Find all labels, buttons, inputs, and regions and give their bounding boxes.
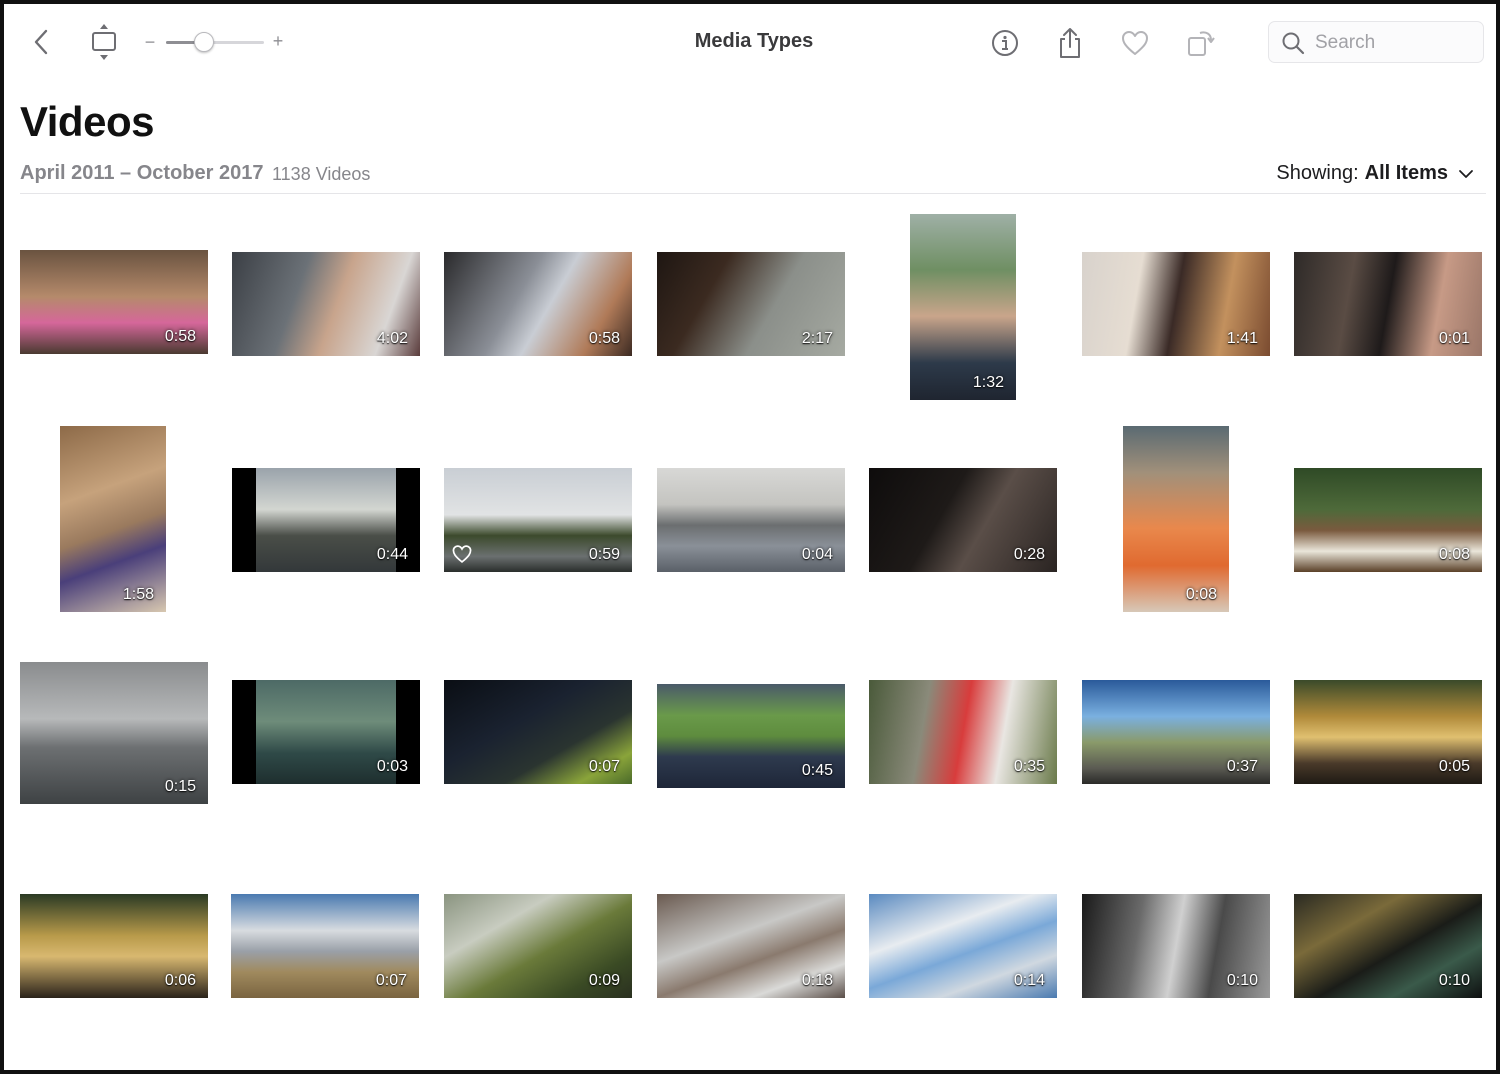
- video-thumbnail[interactable]: 0:37: [1082, 680, 1270, 784]
- video-thumbnail[interactable]: 0:08: [1294, 468, 1482, 572]
- video-thumbnail[interactable]: 1:41: [1082, 252, 1270, 356]
- video-thumbnail[interactable]: 0:06: [20, 894, 208, 998]
- chevron-left-icon: [34, 29, 48, 55]
- video-duration: 0:45: [801, 762, 833, 779]
- video-duration: 0:01: [1438, 330, 1470, 347]
- search-field[interactable]: [1268, 21, 1484, 63]
- video-thumbnail[interactable]: 0:05: [1294, 680, 1482, 784]
- video-thumbnail[interactable]: 1:58: [60, 426, 166, 612]
- video-duration: 0:07: [375, 972, 407, 989]
- share-icon: [1060, 28, 1080, 58]
- video-thumbnail[interactable]: 0:07: [231, 894, 419, 998]
- video-thumbnail[interactable]: 0:10: [1082, 894, 1270, 998]
- aspect-toggle-button[interactable]: [84, 22, 124, 62]
- video-duration: 1:32: [972, 374, 1004, 391]
- video-duration: 1:58: [122, 586, 154, 603]
- toolbar-title: Media Types: [694, 30, 814, 52]
- video-thumbnail[interactable]: 0:18: [657, 894, 845, 998]
- video-duration: 0:05: [1438, 758, 1470, 775]
- video-duration: 0:37: [1226, 758, 1258, 775]
- video-duration: 0:09: [588, 972, 620, 989]
- video-thumbnail[interactable]: 0:10: [1294, 894, 1482, 998]
- info-button[interactable]: [984, 22, 1026, 64]
- letterbox-bar: [232, 468, 256, 572]
- video-thumbnail[interactable]: 0:45: [657, 684, 845, 788]
- video-thumbnail[interactable]: 0:01: [1294, 252, 1482, 356]
- zoom-out-button[interactable]: −: [140, 32, 160, 52]
- video-thumbnail[interactable]: 0:09: [444, 894, 632, 998]
- info-icon: [992, 30, 1018, 56]
- video-duration: 1:41: [1226, 330, 1258, 347]
- video-thumbnail[interactable]: 0:28: [869, 468, 1057, 572]
- video-duration: 0:10: [1438, 972, 1470, 989]
- rotate-icon: [1188, 31, 1215, 56]
- video-thumbnail[interactable]: 0:03: [232, 680, 420, 784]
- video-thumbnail[interactable]: 0:59: [444, 468, 632, 572]
- toolbar: − + Media Types: [4, 4, 1496, 84]
- video-thumbnail[interactable]: 0:14: [869, 894, 1057, 998]
- video-thumbnail[interactable]: 0:35: [869, 680, 1057, 784]
- video-duration: 0:08: [1438, 546, 1470, 563]
- video-thumbnail[interactable]: 0:08: [1123, 426, 1229, 612]
- rotate-button[interactable]: [1180, 22, 1222, 64]
- video-duration: 0:03: [376, 758, 408, 775]
- share-button[interactable]: [1050, 22, 1090, 64]
- aspect-ratio-icon: [92, 24, 116, 60]
- video-grid: 0:58 4:02 0:58 2:17 1:32 1:41 0:01 1:58 …: [4, 194, 1496, 1064]
- showing-label: Showing:: [1276, 162, 1359, 184]
- showing-value: All Items: [1364, 162, 1448, 184]
- zoom-slider-thumb[interactable]: [194, 32, 214, 52]
- video-duration: 0:28: [1013, 546, 1045, 563]
- video-duration: 0:35: [1013, 758, 1045, 775]
- favorite-button[interactable]: [1114, 22, 1156, 64]
- chevron-down-icon: [1459, 169, 1473, 178]
- video-thumbnail[interactable]: 0:44: [232, 468, 420, 572]
- video-duration: 4:02: [376, 330, 408, 347]
- video-thumbnail[interactable]: 0:04: [657, 468, 845, 572]
- video-duration: 0:44: [376, 546, 408, 563]
- video-duration: 0:59: [588, 546, 620, 563]
- video-thumbnail[interactable]: 0:58: [444, 252, 632, 356]
- zoom-slider[interactable]: [166, 32, 264, 52]
- video-thumbnail[interactable]: 0:07: [444, 680, 632, 784]
- photos-window: − + Media Types Search Videos April 2011…: [0, 0, 1500, 1074]
- video-duration: 0:07: [588, 758, 620, 775]
- video-thumbnail[interactable]: 1:32: [910, 214, 1016, 400]
- video-duration: 2:17: [801, 330, 833, 347]
- video-duration: 0:15: [164, 778, 196, 795]
- video-duration: 0:04: [801, 546, 833, 563]
- video-duration: 0:58: [164, 328, 196, 345]
- date-range: April 2011 – October 2017: [20, 162, 264, 184]
- back-button[interactable]: [24, 24, 60, 60]
- video-duration: 0:08: [1185, 586, 1217, 603]
- page-title: Videos: [20, 98, 154, 145]
- search-icon: [1282, 32, 1305, 55]
- video-duration: 0:58: [588, 330, 620, 347]
- favorite-heart-icon: [452, 545, 472, 563]
- video-duration: 0:14: [1013, 972, 1045, 989]
- heart-icon: [1122, 31, 1148, 55]
- video-duration: 0:18: [801, 972, 833, 989]
- item-count: 1138 Videos: [272, 164, 371, 184]
- video-thumbnail[interactable]: 2:17: [657, 252, 845, 356]
- zoom-in-button[interactable]: +: [268, 31, 288, 51]
- showing-filter-button[interactable]: Showing: All Items: [1276, 162, 1474, 185]
- video-thumbnail[interactable]: 4:02: [232, 252, 420, 356]
- video-thumbnail[interactable]: 0:58: [20, 250, 208, 354]
- video-thumbnail[interactable]: 0:15: [20, 662, 208, 804]
- search-input[interactable]: [1313, 28, 1477, 58]
- letterbox-bar: [232, 680, 256, 784]
- video-duration: 0:10: [1226, 972, 1258, 989]
- video-duration: 0:06: [164, 972, 196, 989]
